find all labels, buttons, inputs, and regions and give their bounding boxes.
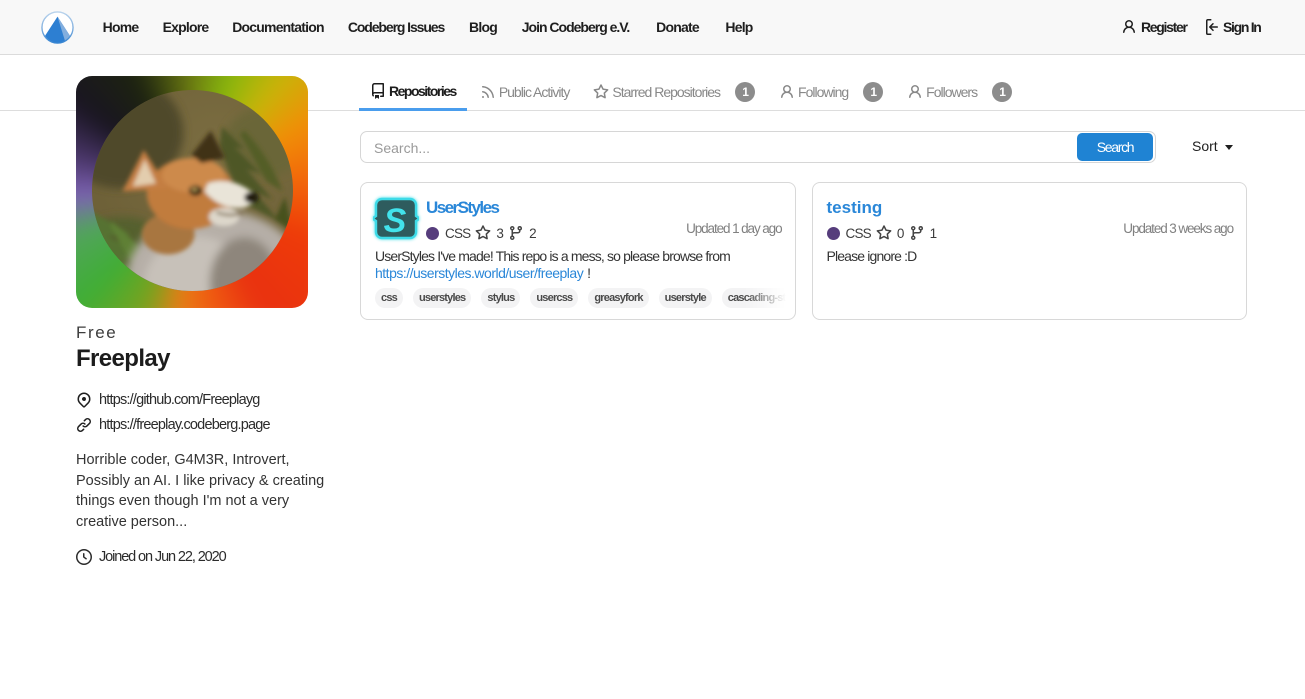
svg-text:S: S [384, 202, 407, 240]
